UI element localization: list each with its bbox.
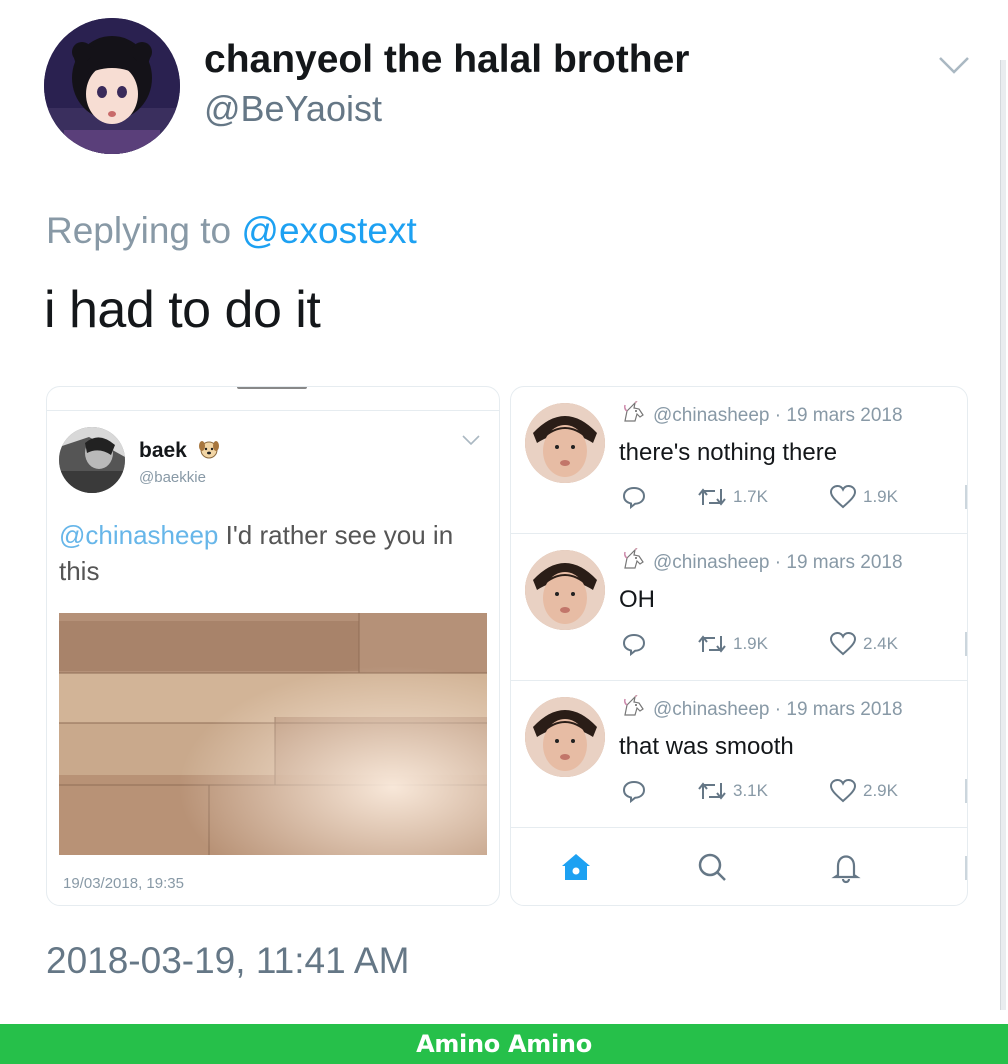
retweet-count: 1.7K [733, 487, 768, 506]
retweet-action: 1.9K [697, 630, 768, 658]
reply-item: @chinasheep · 19 mars 2018 OH 1.9K 2.4K [511, 534, 967, 681]
amino-watermark: Amino Amino [416, 1030, 592, 1058]
avatar[interactable] [44, 18, 180, 154]
like-count: 1.9K [863, 487, 898, 506]
unicorn-icon [624, 401, 644, 422]
replying-prefix: Replying to [46, 210, 242, 251]
amino-watermark-bar: Amino Amino [0, 1024, 1008, 1064]
edge-tick [965, 485, 967, 509]
chinasheep-avatar [525, 697, 605, 777]
bell-icon [831, 855, 861, 884]
baek-name: baek [139, 439, 187, 462]
unicorn-icon [624, 548, 644, 569]
retweet-count: 1.9K [733, 634, 768, 653]
screenshot-nav-bar [511, 828, 967, 905]
home-icon [562, 854, 590, 880]
floor-photo [59, 613, 487, 855]
reply-item: @chinasheep · 19 mars 2018 that was smoo… [511, 681, 967, 828]
cropped-header [47, 387, 499, 411]
reply-meta: @chinasheep · 19 mars 2018 [653, 405, 903, 426]
baek-handle: @baekkie [139, 469, 206, 486]
search-icon [698, 853, 726, 881]
baek-tweet-text: @chinasheep I'd rather see you in this [59, 517, 489, 589]
reply-date: 19 mars 2018 [786, 405, 903, 426]
chinasheep-avatar [525, 550, 605, 630]
reply-action [621, 483, 647, 511]
retweet-icon [698, 635, 726, 653]
baek-date: 19/03/2018, 19:35 [63, 875, 184, 892]
heart-icon [829, 631, 857, 656]
reply-action [621, 777, 647, 805]
speech-bubble-icon [622, 486, 646, 510]
retweet-count: 3.1K [733, 781, 768, 800]
reply-handle: @chinasheep [653, 405, 770, 426]
like-count: 2.4K [863, 634, 898, 653]
speech-bubble-icon [622, 780, 646, 804]
replying-to-link[interactable]: @exostext [241, 210, 416, 251]
user-handle[interactable]: @BeYaoist [204, 88, 382, 130]
speech-bubble-icon [622, 633, 646, 657]
chinasheep-avatar [525, 403, 605, 483]
display-name[interactable]: chanyeol the halal brother [204, 38, 689, 82]
heart-icon [829, 778, 857, 803]
reply-meta: @chinasheep · 19 mars 2018 [653, 699, 903, 720]
edge-tick [965, 856, 967, 880]
reply-item: @chinasheep · 19 mars 2018 there's nothi… [511, 387, 967, 534]
tweet-timestamp: 2018-03-19, 11:41 AM [46, 940, 410, 981]
chevron-down-icon [462, 435, 480, 446]
like-count: 2.9K [863, 781, 898, 800]
reply-date: 19 mars 2018 [786, 552, 903, 573]
reply-text: that was smooth [619, 733, 794, 760]
reply-date: 19 mars 2018 [786, 699, 903, 720]
like-action: 2.9K [829, 777, 898, 805]
reply-text: there's nothing there [619, 439, 838, 466]
left-screenshot: baek @baekkie @chinasheep I'd rather see… [46, 386, 500, 906]
edge-tick [965, 779, 967, 803]
chevron-down-icon[interactable] [936, 52, 972, 78]
heart-icon [829, 484, 857, 509]
retweet-icon [698, 782, 726, 800]
unicorn-icon [624, 695, 644, 716]
right-screenshot: @chinasheep · 19 mars 2018 there's nothi… [510, 386, 968, 906]
baek-avatar [59, 427, 125, 493]
retweet-action: 3.1K [697, 777, 768, 805]
replying-to-line: Replying to @exostext [46, 210, 417, 252]
dog-face-icon [199, 441, 219, 459]
scrollbar[interactable] [1000, 60, 1006, 1010]
reply-action [621, 630, 647, 658]
like-action: 2.4K [829, 630, 898, 658]
reply-meta: @chinasheep · 19 mars 2018 [653, 552, 903, 573]
edge-tick [965, 632, 967, 656]
retweet-action: 1.7K [697, 483, 768, 511]
reply-handle: @chinasheep [653, 699, 770, 720]
like-action: 1.9K [829, 483, 898, 511]
retweet-icon [698, 488, 726, 506]
reply-text: OH [619, 586, 655, 613]
baek-mention: @chinasheep [59, 520, 219, 550]
tweet-text: i had to do it [44, 281, 321, 339]
reply-handle: @chinasheep [653, 552, 770, 573]
